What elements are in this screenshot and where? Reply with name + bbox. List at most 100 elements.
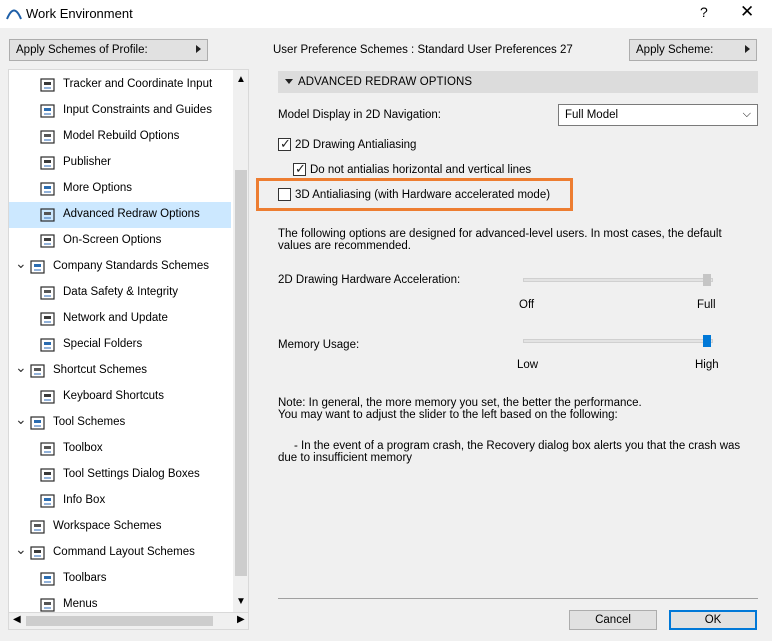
- scrollbar-thumb[interactable]: [235, 170, 247, 576]
- publisher-icon: [40, 156, 55, 170]
- archicad-logo-icon: [6, 9, 22, 20]
- hw-accel-slider-thumb[interactable]: [703, 274, 711, 286]
- workspace-icon: [30, 520, 45, 534]
- expand-chevron-icon[interactable]: ⌄: [15, 541, 27, 558]
- constraints-icon: [40, 104, 55, 118]
- footer-divider: [278, 598, 758, 599]
- command-layout-icon: [30, 546, 45, 560]
- no-hv-antialias-checkbox[interactable]: [293, 161, 306, 177]
- scroll-left-icon[interactable]: ◀: [13, 614, 21, 625]
- scheme-tree: Tracker and Coordinate Input Input Constr…: [8, 69, 249, 613]
- tree-item[interactable]: Publisher: [9, 150, 231, 176]
- window-title: Work Environment: [26, 6, 133, 21]
- tree-item-label: Data Safety & Integrity: [63, 286, 179, 298]
- tree-item[interactable]: Special Folders: [9, 332, 231, 358]
- scheme-label: User Preference Schemes : Standard User …: [273, 44, 573, 56]
- scroll-down-icon[interactable]: ▼: [236, 596, 246, 607]
- tracker-icon: [40, 78, 55, 92]
- menus-icon: [40, 598, 55, 612]
- shortcut-schemes-icon: [30, 364, 45, 378]
- tree-item[interactable]: Workspace Schemes: [9, 514, 231, 540]
- tree-item[interactable]: Data Safety & Integrity: [9, 280, 231, 306]
- memory-slider-thumb[interactable]: [703, 335, 711, 347]
- memory-label: Memory Usage:: [278, 339, 360, 351]
- antialiasing-3d-label: 3D Antialiasing (with Hardware accelerat…: [295, 189, 551, 201]
- note-line-2: You may want to adjust the slider to the…: [278, 409, 618, 421]
- hw-accel-label: 2D Drawing Hardware Acceleration:: [278, 274, 461, 286]
- network-icon: [40, 312, 55, 326]
- antialiasing-2d-checkbox[interactable]: [278, 136, 291, 152]
- tree-item-label: Info Box: [63, 494, 106, 506]
- ok-button[interactable]: OK: [669, 610, 757, 630]
- tree-item[interactable]: More Options: [9, 176, 231, 202]
- apply-profile-button[interactable]: Apply Schemes of Profile:: [9, 39, 208, 61]
- tree-item-label: More Options: [63, 182, 133, 194]
- cancel-button[interactable]: Cancel: [569, 610, 657, 630]
- tree-item[interactable]: Network and Update: [9, 306, 231, 332]
- tree-item-label: Keyboard Shortcuts: [63, 390, 165, 402]
- tree-item-label: Advanced Redraw Options: [63, 208, 200, 220]
- close-button[interactable]: ✕: [740, 2, 754, 22]
- tree-item[interactable]: Model Rebuild Options: [9, 124, 231, 150]
- tree-item-label: Tracker and Coordinate Input: [63, 78, 213, 90]
- antialiasing-3d-checkbox[interactable]: [278, 188, 291, 201]
- tree-item[interactable]: Info Box: [9, 488, 231, 514]
- scroll-up-icon[interactable]: ▲: [236, 74, 246, 85]
- tree-item[interactable]: Tool Settings Dialog Boxes: [9, 462, 231, 488]
- note-line-1: Note: In general, the more memory you se…: [278, 397, 642, 409]
- tree-item[interactable]: Input Constraints and Guides: [9, 98, 231, 124]
- note-line-3: - In the event of a program crash, the R…: [294, 440, 741, 452]
- submenu-arrow-icon: [745, 45, 750, 53]
- tree-item-label: Company Standards Schemes: [53, 260, 209, 272]
- tree-item[interactable]: Toolbox: [9, 436, 231, 462]
- info-text-line-2: values are recommended.: [278, 240, 411, 252]
- model-display-select[interactable]: Full Model ⌵: [558, 104, 758, 126]
- tree-item-label: Shortcut Schemes: [53, 364, 147, 376]
- tree-item-label: Input Constraints and Guides: [63, 104, 212, 116]
- tree-item-label: Tool Settings Dialog Boxes: [63, 468, 200, 480]
- redraw-icon: [40, 208, 55, 222]
- section-title: ADVANCED REDRAW OPTIONS: [298, 76, 473, 88]
- section-header[interactable]: ADVANCED REDRAW OPTIONS: [278, 71, 758, 93]
- tree-horizontal-scrollbar[interactable]: ◀ ▶: [8, 613, 249, 630]
- apply-scheme-label: Apply Scheme:: [636, 44, 714, 56]
- hw-accel-max-label: Full: [697, 299, 716, 311]
- tree-item[interactable]: ⌄ Tool Schemes: [9, 410, 231, 436]
- model-display-value: Full Model: [565, 109, 619, 121]
- tree-item[interactable]: ⌄ Command Layout Schemes: [9, 540, 231, 566]
- expand-chevron-icon[interactable]: ⌄: [15, 359, 27, 376]
- scroll-right-icon[interactable]: ▶: [237, 614, 245, 625]
- help-button[interactable]: ?: [700, 4, 708, 20]
- tree-item[interactable]: Keyboard Shortcuts: [9, 384, 231, 410]
- tree-item[interactable]: Advanced Redraw Options: [9, 202, 231, 228]
- tree-item-label: Toolbars: [63, 572, 107, 584]
- scrollbar-thumb[interactable]: [26, 616, 213, 626]
- tree-item[interactable]: ⌄ Shortcut Schemes: [9, 358, 231, 384]
- keyboard-icon: [40, 390, 55, 404]
- apply-profile-label: Apply Schemes of Profile:: [16, 44, 148, 56]
- data-safety-icon: [40, 286, 55, 300]
- tree-item[interactable]: On-Screen Options: [9, 228, 231, 254]
- memory-max-label: High: [695, 359, 719, 371]
- info-text-line-1: The following options are designed for a…: [278, 228, 722, 240]
- tree-item-label: Menus: [63, 598, 98, 610]
- tree-item[interactable]: ⌄ Company Standards Schemes: [9, 254, 231, 280]
- no-hv-antialias-label: Do not antialias horizontal and vertical…: [310, 164, 532, 176]
- collapse-triangle-icon: [285, 79, 293, 84]
- tree-item-label: Tool Schemes: [53, 416, 126, 428]
- apply-scheme-button[interactable]: Apply Scheme:: [629, 39, 757, 61]
- tree-item[interactable]: Menus: [9, 592, 231, 612]
- title-bar: Work Environment ? ✕: [0, 0, 772, 28]
- tool-settings-icon: [40, 468, 55, 482]
- expand-chevron-icon[interactable]: ⌄: [15, 411, 27, 428]
- tree-item-label: Command Layout Schemes: [53, 546, 195, 558]
- expand-chevron-icon[interactable]: ⌄: [15, 255, 27, 272]
- memory-slider-track[interactable]: [523, 339, 713, 343]
- tree-item[interactable]: Tracker and Coordinate Input: [9, 72, 231, 98]
- tree-item[interactable]: Toolbars: [9, 566, 231, 592]
- hw-accel-slider-track[interactable]: [523, 278, 713, 282]
- submenu-arrow-icon: [196, 45, 201, 53]
- tree-item-label: Network and Update: [63, 312, 168, 324]
- tool-schemes-icon: [30, 416, 45, 430]
- tree-vertical-scrollbar[interactable]: ▲ ▼: [233, 70, 248, 612]
